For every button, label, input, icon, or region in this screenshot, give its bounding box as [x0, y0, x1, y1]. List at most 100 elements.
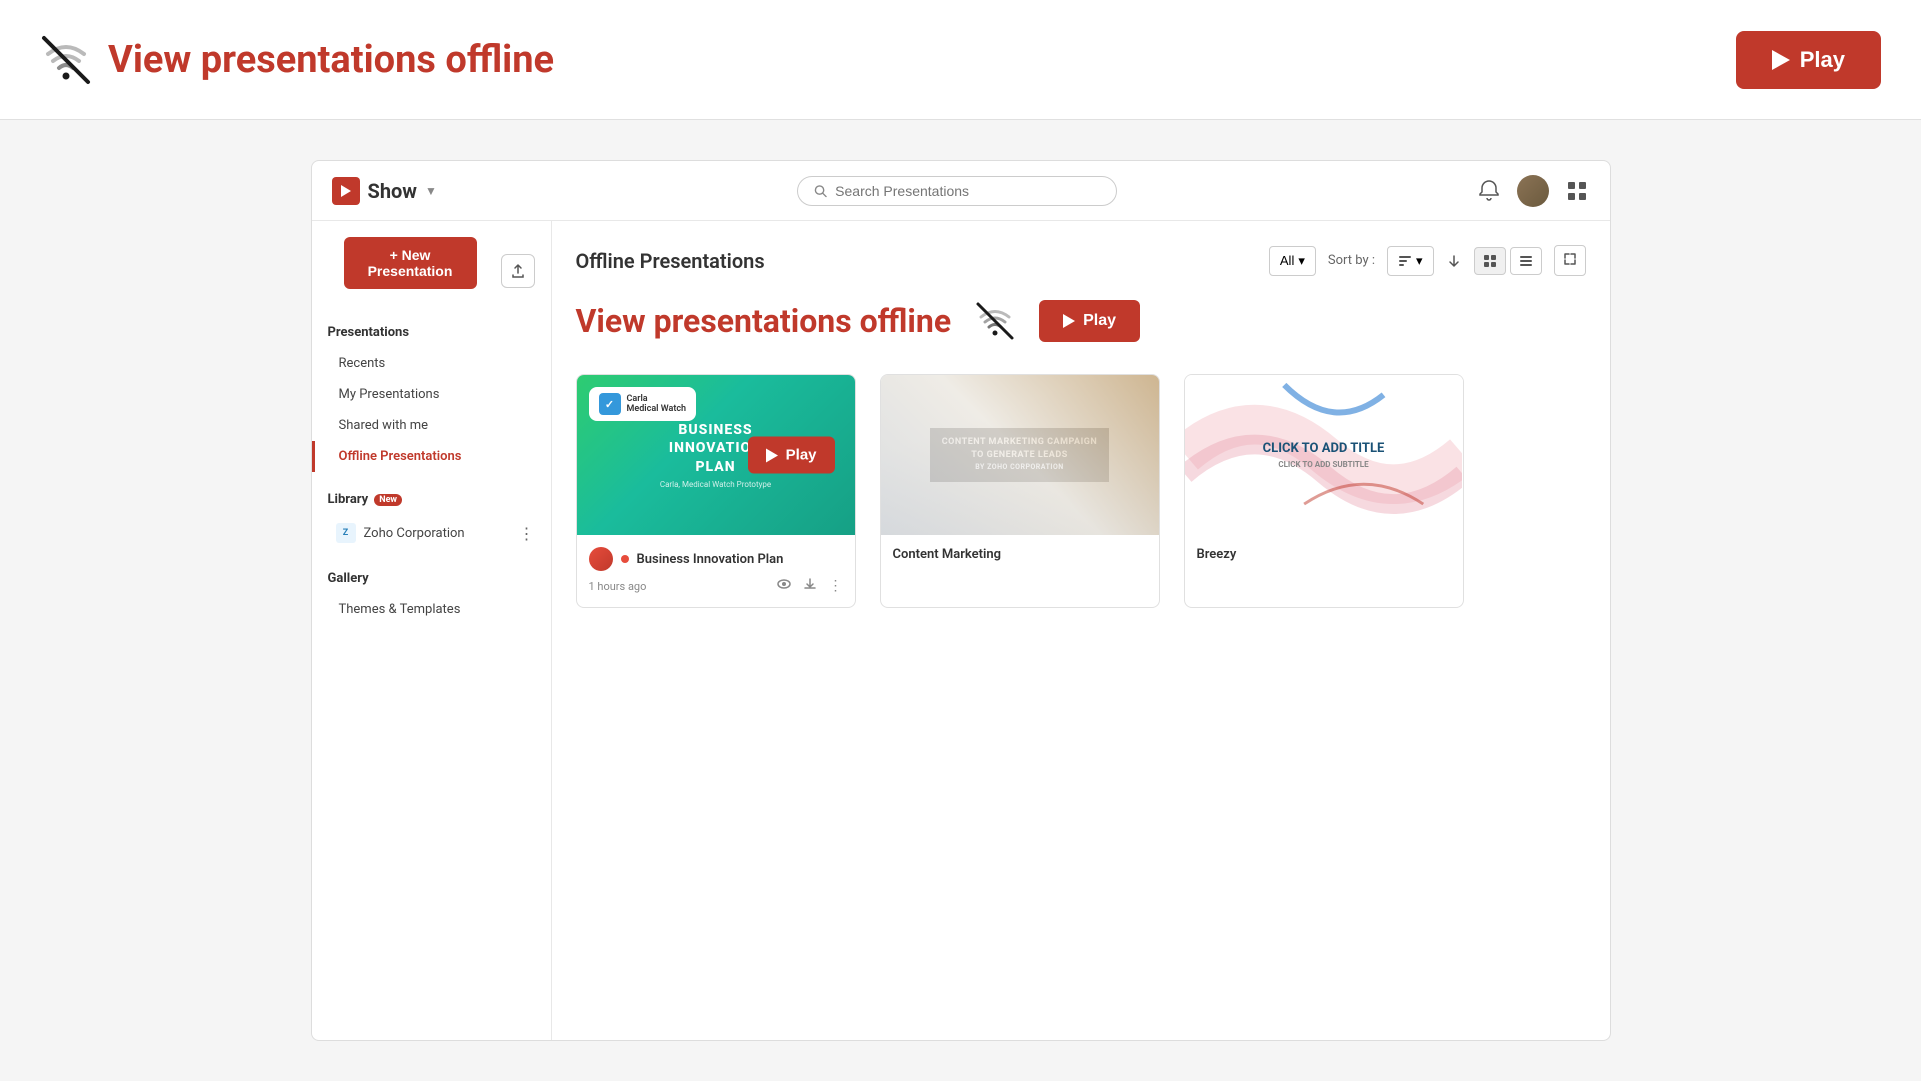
grid-view-button[interactable]	[1474, 247, 1506, 275]
sidebar-item-zoho-corporation[interactable]: Z Zoho Corporation ⋮	[312, 515, 551, 551]
sidebar-presentations-group: Presentations Recents My Presentations S…	[312, 325, 551, 472]
upload-icon	[510, 263, 526, 279]
biz-badge-text: CarlaMedical Watch	[627, 394, 687, 414]
card-title-row-breezy: Breezy	[1197, 547, 1451, 562]
card-title-row: Business Innovation Plan	[589, 547, 843, 571]
list-view-icon	[1519, 254, 1533, 268]
zoho-more-icon[interactable]: ⋮	[519, 524, 535, 543]
bell-icon[interactable]	[1477, 179, 1501, 203]
zoho-logo: Z	[336, 523, 356, 543]
presentation-card-breezy[interactable]: CLICK TO ADD TITLE CLICK TO ADD SUBTITLE…	[1184, 374, 1464, 608]
search-icon	[814, 184, 827, 198]
filter-button[interactable]: All ▾	[1269, 246, 1316, 276]
presentations-label: Presentations	[312, 325, 551, 340]
zoho-label: Zoho Corporation	[364, 526, 465, 541]
app-logo-icon	[332, 177, 360, 205]
sidebar-item-offline-presentations[interactable]: Offline Presentations	[312, 441, 551, 472]
sidebar-item-my-presentations[interactable]: My Presentations	[312, 379, 551, 410]
show-dropdown-icon[interactable]: ▼	[425, 184, 437, 198]
app-body: + New Presentation Presentations Recents…	[312, 221, 1610, 1040]
sort-direction-icon[interactable]	[1446, 253, 1462, 269]
offline-wifi-icon	[975, 301, 1015, 341]
card-actions: ⋮	[777, 577, 843, 595]
wifi-off-icon	[40, 34, 92, 86]
sort-label: Sort by :	[1328, 253, 1375, 268]
sidebar-item-shared-with-me[interactable]: Shared with me	[312, 410, 551, 441]
card-time: 1 hours ago	[589, 580, 647, 593]
offline-banner-text: View presentations offline	[576, 302, 952, 340]
card-info-marketing: Content Marketing	[881, 535, 1159, 580]
sort-option-icon	[1398, 254, 1412, 268]
grid-icon[interactable]	[1565, 179, 1589, 203]
presentation-card-biz-innovation[interactable]: ✓ CarlaMedical Watch BUSINESSINNOVATIONP…	[576, 374, 856, 608]
upload-button[interactable]	[501, 254, 535, 288]
content-header: Offline Presentations All ▾ Sort by :	[576, 245, 1586, 276]
card-title-row-marketing: Content Marketing	[893, 547, 1147, 562]
card-thumbnail-breezy: CLICK TO ADD TITLE CLICK TO ADD SUBTITLE	[1185, 375, 1463, 535]
card-info: Business Innovation Plan 1 hours ago	[577, 535, 855, 607]
sidebar-gallery-group: Gallery Themes & Templates	[312, 571, 551, 625]
presentation-card-content-marketing[interactable]: CONTENT MARKETING CAMPAIGNTO GENERATE LE…	[880, 374, 1160, 608]
sidebar: + New Presentation Presentations Recents…	[312, 221, 552, 1040]
sort-button[interactable]: ▾	[1387, 246, 1434, 276]
card-avatar-dot	[621, 555, 629, 563]
breezy-text: CLICK TO ADD TITLE CLICK TO ADD SUBTITLE	[1263, 439, 1385, 471]
sidebar-library-group: Library New Z Zoho Corporation ⋮	[312, 492, 551, 551]
app-window: Show ▼	[311, 160, 1611, 1041]
library-new-badge: New	[374, 494, 402, 506]
biz-thumbnail: ✓ CarlaMedical Watch BUSINESSINNOVATIONP…	[577, 375, 855, 535]
sidebar-item-themes-templates[interactable]: Themes & Templates	[312, 594, 551, 625]
marketing-bg: CONTENT MARKETING CAMPAIGNTO GENERATE LE…	[881, 375, 1159, 535]
play-triangle-small-icon	[1063, 314, 1075, 328]
card-more-icon[interactable]: ⋮	[829, 578, 843, 594]
top-bar-left: View presentations offline	[40, 34, 554, 86]
grid-view-icon	[1483, 254, 1497, 268]
card-download-icon[interactable]	[803, 577, 817, 595]
card-play-triangle-icon	[766, 448, 778, 462]
breezy-click-subtitle: CLICK TO ADD SUBTITLE	[1263, 459, 1385, 471]
filter-chevron-icon: ▾	[1298, 253, 1305, 269]
offline-play-button[interactable]: Play	[1039, 300, 1140, 342]
content-title: Offline Presentations	[576, 249, 765, 273]
card-thumbnail: ✓ CarlaMedical Watch BUSINESSINNOVATIONP…	[577, 375, 855, 535]
avatar[interactable]	[1517, 175, 1549, 207]
cards-grid: ✓ CarlaMedical Watch BUSINESSINNOVATIONP…	[576, 374, 1586, 608]
card-avatar	[589, 547, 613, 571]
list-view-button[interactable]	[1510, 247, 1542, 275]
sort-chevron-icon: ▾	[1416, 253, 1423, 269]
main-container: Show ▼	[0, 120, 1921, 1081]
new-presentation-button[interactable]: + New Presentation	[344, 237, 477, 289]
expand-button[interactable]	[1554, 245, 1586, 276]
app-logo: Show ▼	[332, 177, 437, 205]
top-bar-title: View presentations offline	[108, 38, 554, 82]
play-triangle-icon	[1772, 50, 1790, 70]
play-button[interactable]: Play	[1736, 31, 1881, 89]
card-meta-row: 1 hours ago	[589, 577, 843, 595]
breezy-click-title: CLICK TO ADD TITLE	[1263, 439, 1385, 459]
card-play-button[interactable]: Play	[748, 437, 835, 474]
card-name-breezy: Breezy	[1197, 547, 1237, 562]
expand-icon	[1563, 252, 1577, 266]
card-info-breezy: Breezy	[1185, 535, 1463, 580]
content-controls: All ▾ Sort by : ▾	[1269, 245, 1586, 276]
sidebar-top-actions: + New Presentation	[312, 237, 551, 305]
biz-badge-icon: ✓	[599, 393, 621, 415]
offline-banner: View presentations offline Play	[576, 300, 1586, 342]
top-bar: View presentations offline Play	[0, 0, 1921, 120]
biz-badge: ✓ CarlaMedical Watch	[589, 387, 697, 421]
gallery-label: Gallery	[312, 571, 551, 586]
biz-plan-subtitle: Carla, Medical Watch Prototype	[660, 480, 771, 489]
sidebar-item-recents[interactable]: Recents	[312, 348, 551, 379]
zoho-item-left: Z Zoho Corporation	[336, 523, 465, 543]
view-toggle	[1474, 247, 1542, 275]
breezy-thumbnail: CLICK TO ADD TITLE CLICK TO ADD SUBTITLE	[1185, 375, 1463, 535]
app-header: Show ▼	[312, 161, 1610, 221]
library-label: Library New	[312, 492, 551, 507]
card-name: Business Innovation Plan	[637, 552, 784, 567]
card-view-icon[interactable]	[777, 577, 791, 595]
main-content: Offline Presentations All ▾ Sort by :	[552, 221, 1610, 1040]
search-bar[interactable]	[797, 176, 1117, 206]
search-input[interactable]	[835, 183, 1100, 199]
app-name: Show	[368, 179, 418, 203]
card-name-marketing: Content Marketing	[893, 547, 1002, 562]
